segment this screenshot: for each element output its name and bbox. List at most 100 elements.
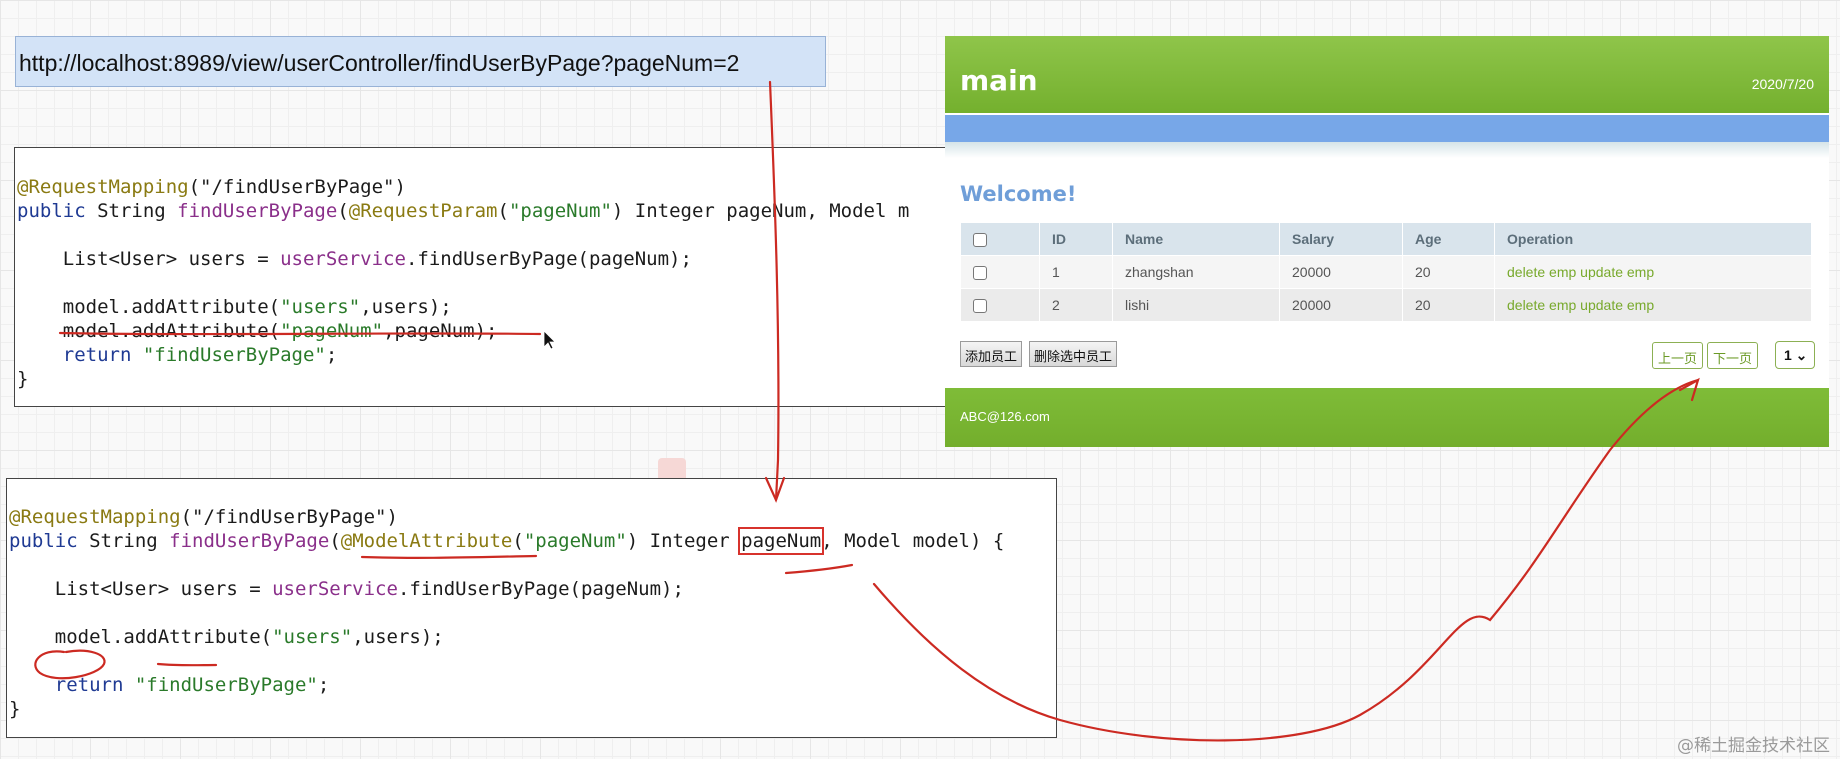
code-token: ( <box>512 530 524 552</box>
code-token: .findUserByPage(pageNum); <box>397 578 684 600</box>
string-token: "findUserByPage" <box>131 344 326 366</box>
column-header-salary: Salary <box>1279 222 1403 256</box>
select-all-checkbox[interactable] <box>973 233 987 248</box>
code-line-close-brace: } <box>17 368 29 390</box>
cell-name: lishi <box>1112 288 1280 322</box>
browser-page: main 2020/7/20 Welcome! ID Name Salary A… <box>945 36 1829 447</box>
code-line-users-query: List<User> users = userService.findUserB… <box>9 577 684 601</box>
update-emp-link[interactable]: update emp <box>1580 264 1654 280</box>
table-header-row: ID Name Salary Age Operation <box>960 222 1812 256</box>
column-header-id: ID <box>1039 222 1113 256</box>
code-token: List<User> users = <box>17 248 281 270</box>
cell-salary: 20000 <box>1279 255 1403 289</box>
string-token: "users" <box>280 296 361 318</box>
annotation-token: @RequestMapping <box>17 176 189 198</box>
table-row: 1 zhangshan 20000 20 delete emp update e… <box>960 255 1812 289</box>
add-employee-button[interactable]: 添加员工 <box>960 341 1023 367</box>
code-token: ("/findUserByPage") <box>180 506 398 528</box>
delete-emp-link[interactable]: delete emp <box>1507 264 1576 280</box>
table-row: 2 lishi 20000 20 delete emp update emp <box>960 288 1812 322</box>
code-token: model.addAttribute( <box>17 320 281 342</box>
code-token: ; <box>317 674 330 696</box>
code-token: ("/findUserByPage") <box>188 176 406 198</box>
app-date: 2020/7/20 <box>1751 76 1814 92</box>
code-line-annotation: @RequestMapping("/findUserByPage") <box>9 505 398 529</box>
column-header-name: Name <box>1112 222 1280 256</box>
column-header-age: Age <box>1402 222 1495 256</box>
column-header-operation: Operation <box>1494 222 1812 256</box>
code-token: String <box>77 530 170 552</box>
string-token: "findUserByPage" <box>123 674 318 696</box>
update-emp-link[interactable]: update emp <box>1580 297 1654 313</box>
app-footer: ABC@126.com <box>945 388 1829 447</box>
cell-name: zhangshan <box>1112 255 1280 289</box>
code-panel-request-param: @RequestMapping("/findUserByPage") publi… <box>14 147 954 407</box>
code-line-return: return "findUserByPage"; <box>17 343 338 367</box>
keyword-token: public <box>17 200 86 222</box>
cell-operation: delete emp update emp <box>1494 255 1812 289</box>
code-token: ,users); <box>352 626 444 648</box>
row-select-cell <box>960 255 1040 289</box>
code-line-annotation: @RequestMapping("/findUserByPage") <box>17 175 406 199</box>
keyword-token: return <box>54 674 124 696</box>
delete-emp-link[interactable]: delete emp <box>1507 297 1576 313</box>
cell-id: 1 <box>1039 255 1113 289</box>
annotation-token: @ModelAttribute <box>340 530 513 552</box>
string-token: "pageNum" <box>280 320 384 342</box>
code-token: ) Integer pageNum, Model m <box>611 200 910 222</box>
cell-age: 20 <box>1402 255 1495 289</box>
string-token: "pageNum" <box>523 530 627 552</box>
code-line-return: return "findUserByPage"; <box>9 673 330 697</box>
method-name-token: findUserByPage <box>169 530 330 552</box>
code-token: model.addAttribute( <box>17 296 281 318</box>
code-token: .findUserByPage(pageNum); <box>405 248 692 270</box>
code-line-users-query: List<User> users = userService.findUserB… <box>17 247 692 271</box>
footer-email: ABC@126.com <box>960 409 1050 424</box>
cell-id: 2 <box>1039 288 1113 322</box>
keyword-token: return <box>62 344 132 366</box>
code-line-close-brace: } <box>9 698 21 720</box>
next-page-button[interactable]: 下一页 <box>1707 342 1759 369</box>
code-token: model.addAttribute( <box>9 626 273 648</box>
code-line-add-users: model.addAttribute("users",users); <box>9 625 444 649</box>
delete-selected-button[interactable]: 删除选中员工 <box>1029 341 1118 367</box>
cell-salary: 20000 <box>1279 288 1403 322</box>
url-bar[interactable]: http://localhost:8989/view/userControlle… <box>15 36 826 87</box>
select-all-cell <box>960 222 1040 256</box>
annotation-token: @RequestMapping <box>9 506 181 528</box>
employee-table: ID Name Salary Age Operation 1 zhangshan… <box>960 222 1812 322</box>
row-checkbox[interactable] <box>973 266 987 281</box>
string-token: "users" <box>272 626 353 648</box>
code-line-add-users: model.addAttribute("users",users); <box>17 295 452 319</box>
app-title: main <box>960 64 1038 97</box>
code-token: ( <box>337 200 349 222</box>
cell-age: 20 <box>1402 288 1495 322</box>
code-token: ; <box>325 344 338 366</box>
code-panel-model-attribute: @RequestMapping("/findUserByPage") publi… <box>6 478 1057 738</box>
field-token: userService <box>272 578 398 600</box>
code-token: , Model model) { <box>821 530 1005 552</box>
welcome-heading: Welcome! <box>960 182 1077 206</box>
code-line-add-pagenum-struck: model.addAttribute("pageNum",pageNum); <box>17 319 498 343</box>
method-name-token: findUserByPage <box>177 200 338 222</box>
app-header: main 2020/7/20 <box>945 36 1829 113</box>
header-fade <box>945 142 1829 158</box>
code-line-signature: public String findUserByPage(@ModelAttri… <box>9 527 1005 555</box>
row-checkbox[interactable] <box>973 299 987 314</box>
keyword-token: public <box>9 530 78 552</box>
code-token: ( <box>497 200 509 222</box>
field-token: userService <box>280 248 406 270</box>
page-select[interactable]: 1 ⌄ <box>1775 341 1815 369</box>
code-line-signature: public String findUserByPage(@RequestPar… <box>17 199 909 223</box>
code-token: ,pageNum); <box>383 320 498 342</box>
nav-band <box>945 115 1829 142</box>
code-token: List<User> users = <box>9 578 273 600</box>
prev-page-button[interactable]: 上一页 <box>1652 342 1704 369</box>
cell-operation: delete emp update emp <box>1494 288 1812 322</box>
annotation-token: @RequestParam <box>348 200 498 222</box>
code-token: ( <box>329 530 341 552</box>
code-token: ) Integer <box>626 530 742 552</box>
code-token: ,users); <box>360 296 452 318</box>
